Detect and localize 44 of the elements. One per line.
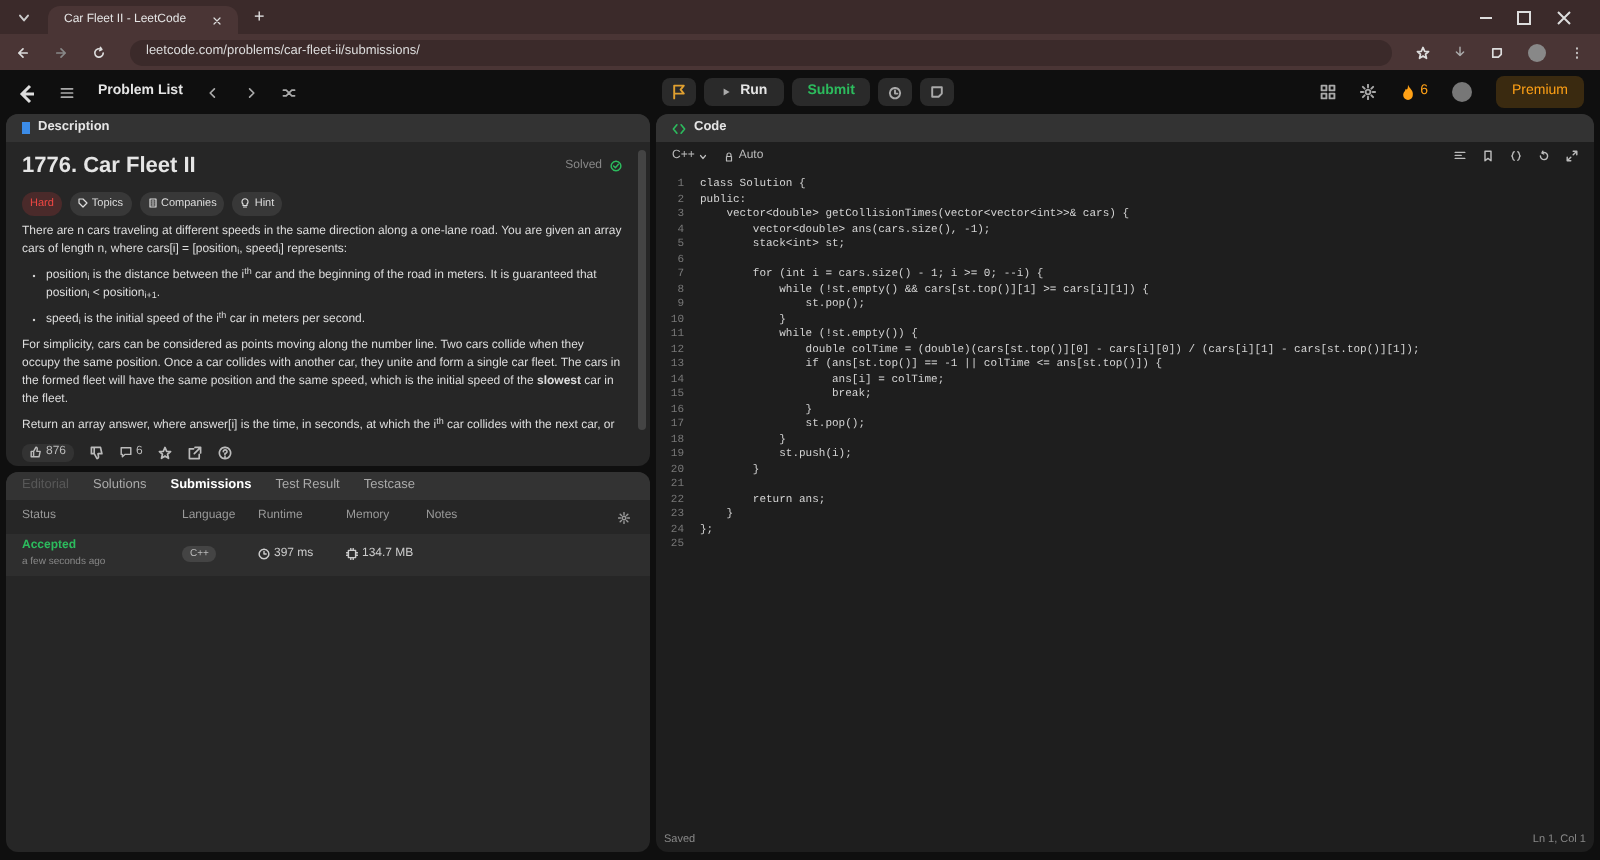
clock-icon [258, 548, 270, 561]
braces-icon[interactable] [1510, 150, 1522, 162]
flame-icon[interactable] [1400, 84, 1417, 100]
previous-icon[interactable] [206, 85, 221, 99]
menu-icon[interactable] [1570, 45, 1584, 59]
profile-avatar[interactable] [1528, 43, 1546, 61]
settings-icon[interactable] [1360, 84, 1377, 100]
back-icon[interactable] [16, 45, 30, 59]
reload-icon[interactable] [92, 45, 106, 59]
reset-icon[interactable] [1538, 150, 1550, 162]
expand-icon[interactable] [1566, 150, 1578, 162]
shuffle-icon[interactable] [282, 85, 297, 99]
list-icon[interactable] [60, 85, 74, 99]
lock-icon [724, 151, 735, 161]
user-avatar[interactable] [1452, 82, 1472, 102]
tag-icon [77, 198, 88, 209]
alarm-icon[interactable] [878, 78, 913, 106]
bookmark-star-icon[interactable] [1416, 45, 1430, 59]
thumbs-up-icon [30, 446, 42, 458]
caret-icon [698, 151, 709, 161]
chip-icon [346, 548, 358, 561]
download-icon[interactable] [1454, 46, 1466, 58]
help-icon[interactable] [218, 445, 233, 459]
tab-search-icon[interactable] [16, 10, 32, 26]
next-icon[interactable] [244, 85, 259, 99]
forward-icon[interactable] [54, 45, 68, 59]
close-icon[interactable] [212, 15, 222, 25]
dislike-icon[interactable] [90, 445, 105, 459]
code-icon [672, 121, 686, 135]
description-icon [22, 122, 30, 134]
comment-icon [120, 446, 133, 458]
play-icon [720, 86, 733, 98]
share-icon[interactable] [188, 445, 203, 459]
bookmark-icon[interactable] [1482, 150, 1494, 162]
star-icon[interactable] [158, 445, 173, 459]
note-icon[interactable] [920, 78, 955, 106]
format-icon[interactable] [1454, 150, 1466, 162]
new-tab-button[interactable]: + [254, 3, 265, 30]
layout-icon[interactable] [1320, 84, 1337, 100]
problem-title: 1776. Car Fleet II [22, 152, 196, 182]
settings-icon[interactable] [618, 511, 630, 523]
logo-icon[interactable] [16, 81, 36, 103]
debug-icon[interactable] [662, 78, 697, 106]
bulb-icon [240, 198, 251, 209]
